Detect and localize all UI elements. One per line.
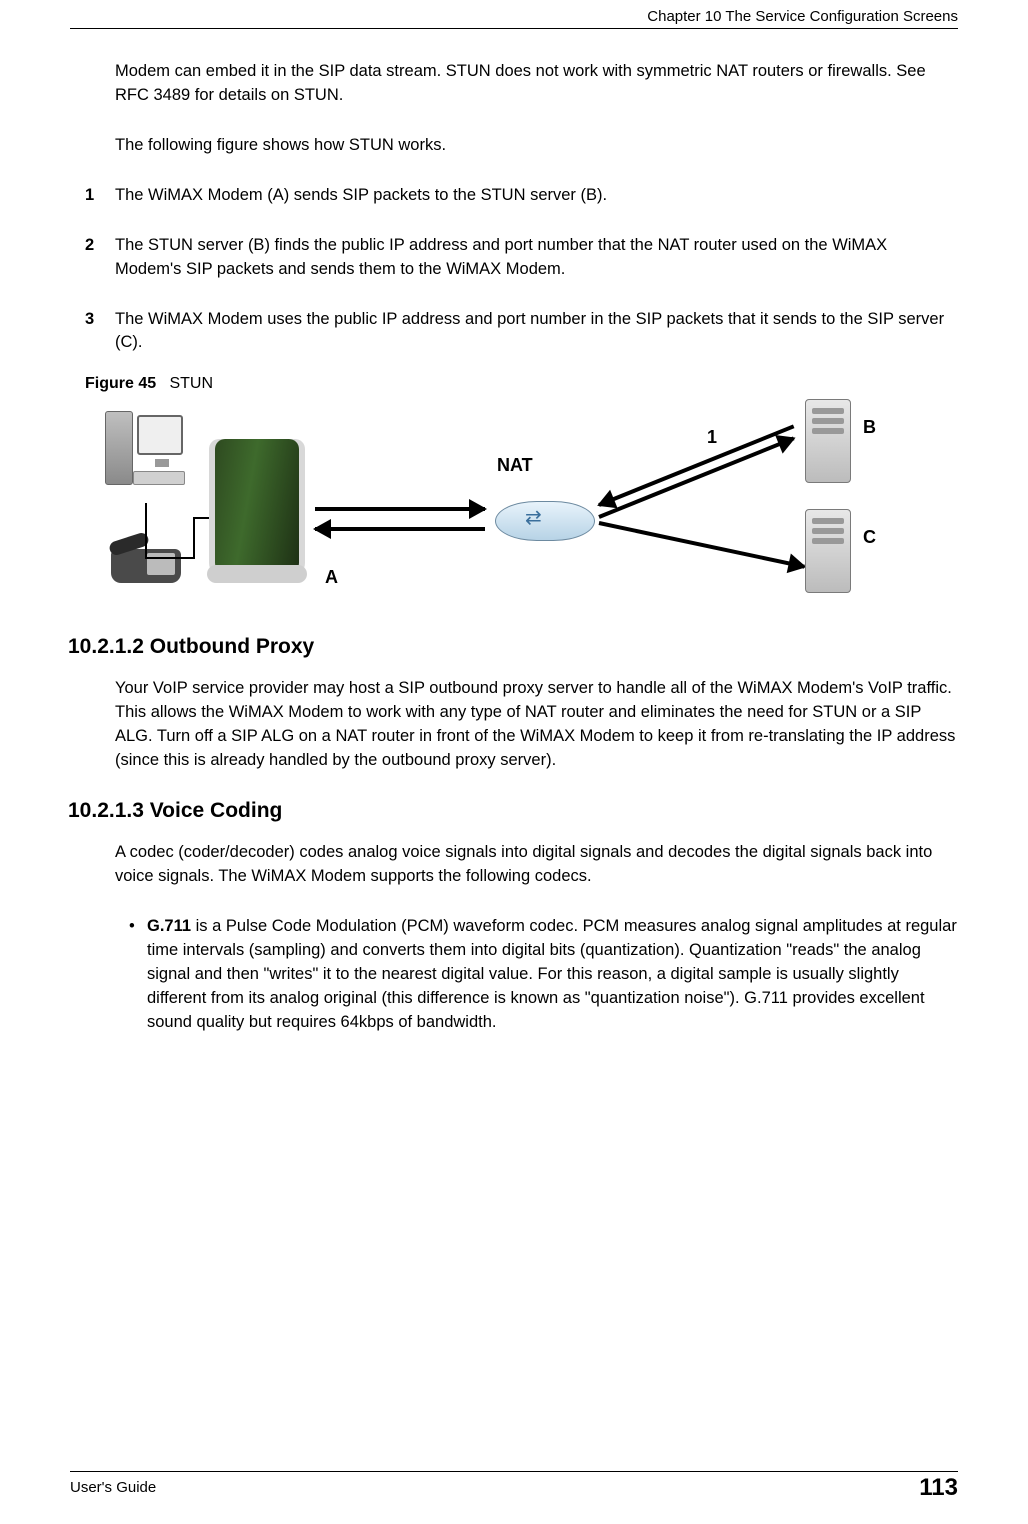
- figure-title: STUN: [169, 375, 213, 392]
- arrow-left-icon: [315, 527, 485, 531]
- computer-icon: [105, 411, 185, 501]
- figure-label-b: B: [863, 417, 876, 438]
- bullet-text: G.711 is a Pulse Code Modulation (PCM) w…: [147, 915, 958, 1035]
- section-heading-outbound-proxy: 10.2.1.2 Outbound Proxy: [68, 635, 958, 659]
- server-b-icon: [805, 399, 851, 483]
- codec-description: is a Pulse Code Modulation (PCM) wavefor…: [147, 917, 957, 1031]
- arrow-left-icon: [598, 425, 794, 507]
- list-item: 1 The WiMAX Modem (A) sends SIP packets …: [115, 184, 958, 208]
- page-content: Modem can embed it in the SIP data strea…: [115, 60, 958, 1035]
- figure-diagram: ⇄ A NAT 1 B C: [105, 399, 865, 619]
- figure-label-nat: NAT: [497, 455, 533, 476]
- figure-caption: Figure 45 STUN: [85, 375, 958, 393]
- list-number: 1: [85, 184, 115, 208]
- bullet-marker: •: [129, 915, 147, 1035]
- figure-number: Figure 45: [85, 375, 156, 392]
- list-text: The WiMAX Modem uses the public IP addre…: [115, 308, 958, 356]
- outbound-proxy-body: Your VoIP service provider may host a SI…: [115, 677, 958, 773]
- list-text: The STUN server (B) finds the public IP …: [115, 234, 958, 282]
- intro-para-2: The following figure shows how STUN work…: [115, 134, 958, 158]
- section-heading-voice-coding: 10.2.1.3 Voice Coding: [68, 799, 958, 823]
- intro-para-1: Modem can embed it in the SIP data strea…: [115, 60, 958, 108]
- running-header: Chapter 10 The Service Configuration Scr…: [647, 8, 958, 25]
- arrow-right-icon: [315, 507, 485, 511]
- codec-name: G.711: [147, 917, 191, 935]
- modem-icon: [215, 439, 299, 577]
- arrow-right-icon: [599, 521, 805, 569]
- figure-label-c: C: [863, 527, 876, 548]
- list-number: 3: [85, 308, 115, 356]
- router-icon: ⇄: [495, 487, 595, 551]
- page-number: 113: [919, 1474, 958, 1502]
- footer-guide-label: User's Guide: [70, 1479, 156, 1496]
- figure-label-a: A: [325, 567, 338, 588]
- phone-icon: [111, 529, 191, 589]
- list-text: The WiMAX Modem (A) sends SIP packets to…: [115, 184, 958, 208]
- bullet-item: • G.711 is a Pulse Code Modulation (PCM)…: [129, 915, 958, 1035]
- list-number: 2: [85, 234, 115, 282]
- voice-coding-body: A codec (coder/decoder) codes analog voi…: [115, 841, 958, 889]
- list-item: 3 The WiMAX Modem uses the public IP add…: [115, 308, 958, 356]
- server-c-icon: [805, 509, 851, 593]
- arrow-right-icon: [598, 437, 794, 519]
- footer-rule: [70, 1471, 958, 1472]
- figure-label-1: 1: [707, 427, 717, 448]
- list-item: 2 The STUN server (B) finds the public I…: [115, 234, 958, 282]
- numbered-list: 1 The WiMAX Modem (A) sends SIP packets …: [115, 184, 958, 356]
- header-rule: [70, 28, 958, 29]
